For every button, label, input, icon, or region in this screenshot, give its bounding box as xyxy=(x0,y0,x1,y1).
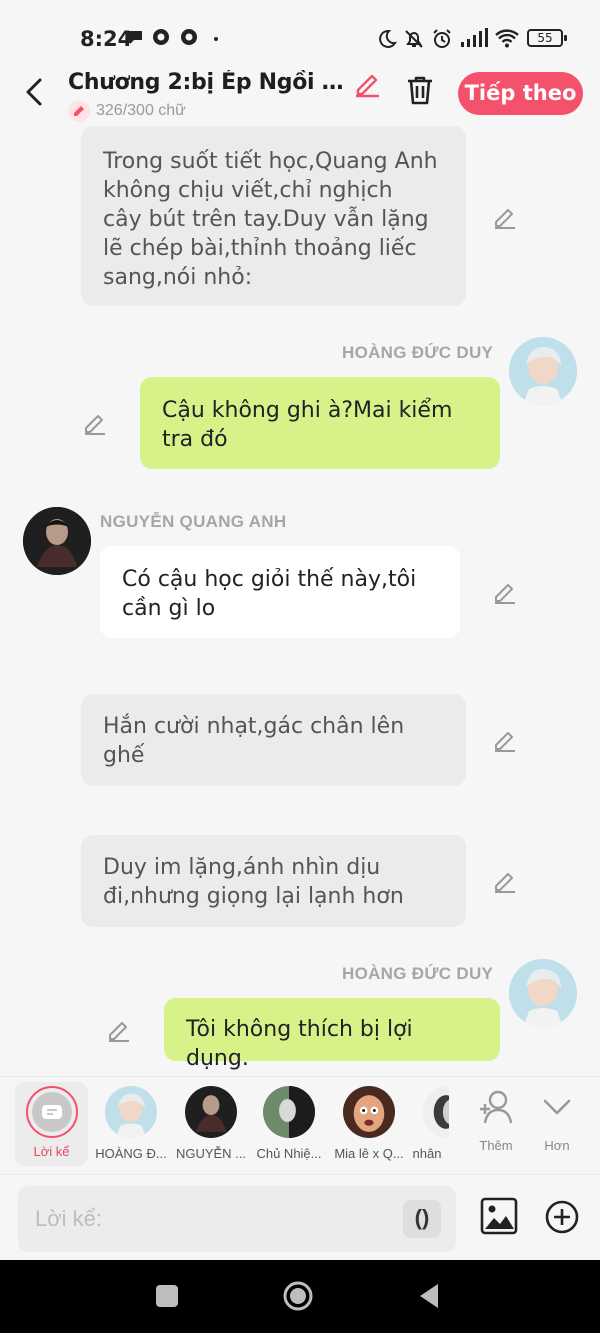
editor-header: Chương 2:bị Ép Ngồi Ch... 326/300 chữ Ti… xyxy=(0,62,600,126)
word-count-text: 326/300 chữ xyxy=(96,102,186,119)
word-count-pencil-icon xyxy=(68,100,90,122)
character-name: NGUYỄN ... xyxy=(175,1146,247,1161)
narration-bubble[interactable]: Hắn cười nhạt,gác chân lên ghế xyxy=(81,694,466,786)
status-time: 8:24 xyxy=(80,27,133,51)
system-navigation-bar xyxy=(0,1260,600,1333)
chat-notification-icon xyxy=(128,31,142,44)
message-line: tra đó xyxy=(162,427,228,452)
message-line: cần gì lo xyxy=(122,596,216,621)
edit-title-pencil-icon[interactable] xyxy=(352,68,382,98)
message-line: Có cậu học giỏi thế này,tôi xyxy=(122,567,417,592)
home-icon[interactable] xyxy=(282,1280,314,1312)
narration-input[interactable]: Lời kể: () xyxy=(18,1186,456,1252)
message-line: Cậu không ghi à?Mai kiểm xyxy=(162,398,453,423)
character-avatar xyxy=(185,1086,237,1138)
character-duy[interactable]: HOÀNG Đ... xyxy=(92,1077,170,1175)
battery-indicator: 55 xyxy=(527,29,567,47)
character-quang-anh[interactable]: NGUYỄN ... xyxy=(172,1077,250,1175)
character-avatar xyxy=(423,1086,449,1138)
narration-bubble[interactable]: Trong suốt tiết học,Quang Anh không chịu… xyxy=(81,126,466,306)
message-line: Tôi không thích bị lợi dụng. xyxy=(186,1017,413,1071)
my-message-bubble[interactable]: Tôi không thích bị lợi dụng. xyxy=(164,998,500,1071)
narration-bubble[interactable]: Duy im lặng,ánh nhìn dịu đi,nhưng giọng … xyxy=(81,835,466,927)
duy-avatar[interactable] xyxy=(509,337,577,405)
character-name: nhân xyxy=(412,1146,442,1161)
insert-image-icon[interactable] xyxy=(480,1197,518,1235)
add-character-button[interactable]: Thêm xyxy=(466,1087,526,1153)
character-mia[interactable]: Mia lê x Q... xyxy=(330,1077,408,1175)
message-line: Hắn cười nhạt,gác chân lên xyxy=(103,714,405,739)
composer: Lời kể: () xyxy=(0,1174,600,1260)
narrator-icon xyxy=(25,1086,78,1138)
character-name: Mia lê x Q... xyxy=(334,1146,404,1161)
chrome-notification-icon-2 xyxy=(181,29,197,45)
message-line: không chịu viết,chỉ nghịch xyxy=(103,178,393,203)
more-characters-label: Hơn xyxy=(544,1138,570,1153)
quang-anh-avatar[interactable] xyxy=(23,507,91,575)
chrome-notification-icon xyxy=(153,29,169,45)
message-line: đi,nhưng giọng lại lạnh hơn xyxy=(103,884,404,909)
more-notifications-dot-icon xyxy=(214,37,218,41)
add-person-icon xyxy=(480,1090,513,1124)
speaker-name: HOÀNG ĐỨC DUY xyxy=(342,343,494,362)
signal-strength-icon xyxy=(461,28,488,47)
word-count: 326/300 chữ xyxy=(68,100,186,122)
character-avatar xyxy=(105,1086,157,1138)
character-chu-nhiem[interactable]: Chủ Nhiệ... xyxy=(250,1077,328,1175)
message-line: ghế xyxy=(103,743,145,768)
character-nhan[interactable]: nhân xyxy=(405,1077,449,1175)
next-button[interactable]: Tiếp theo xyxy=(458,72,583,115)
their-message-bubble[interactable]: Có cậu học giỏi thế này,tôi cần gì lo xyxy=(100,546,460,638)
message-line: sang,nói nhỏ: xyxy=(103,265,253,290)
wifi-icon xyxy=(495,29,519,48)
character-avatar xyxy=(263,1086,315,1138)
narrator-selector[interactable]: Lời kể xyxy=(15,1082,88,1166)
more-characters-button[interactable]: Hơn xyxy=(527,1087,587,1153)
chat-area[interactable]: Trong suốt tiết học,Quang Anh không chịu… xyxy=(0,126,600,1076)
input-placeholder: Lời kể: xyxy=(35,1206,103,1231)
my-message-bubble[interactable]: Cậu không ghi à?Mai kiểm tra đó xyxy=(140,377,500,469)
duy-avatar[interactable] xyxy=(509,959,577,1027)
character-name: HOÀNG Đ... xyxy=(95,1146,167,1161)
character-selector: Lời kể HOÀNG Đ... NGUYỄN ... Chủ Nhiệ...… xyxy=(0,1076,600,1174)
character-avatar xyxy=(343,1086,395,1138)
edit-message-icon[interactable] xyxy=(492,204,518,230)
do-not-disturb-moon-icon xyxy=(379,29,397,48)
back-arrow-icon[interactable] xyxy=(20,76,48,108)
add-more-plus-icon[interactable] xyxy=(544,1199,580,1235)
message-line: lẽ chép bài,thỉnh thoảng liếc xyxy=(103,236,417,261)
edit-message-icon[interactable] xyxy=(492,579,518,605)
alarm-clock-icon xyxy=(433,29,451,48)
message-line: cây bút trên tay.Duy vẫn lặng xyxy=(103,207,429,232)
back-nav-icon[interactable] xyxy=(416,1282,442,1310)
narrator-label: Lời kể xyxy=(33,1144,70,1159)
recent-apps-icon[interactable] xyxy=(155,1284,179,1308)
add-character-label: Thêm xyxy=(479,1138,513,1153)
chapter-title[interactable]: Chương 2:bị Ép Ngồi Ch... xyxy=(68,70,346,95)
parenthesis-button[interactable]: () xyxy=(403,1200,441,1238)
edit-message-icon[interactable] xyxy=(492,868,518,894)
speaker-name: HOÀNG ĐỨC DUY xyxy=(342,964,494,983)
chevron-down-icon xyxy=(543,1099,571,1115)
delete-trash-icon[interactable] xyxy=(405,74,435,106)
speaker-name: NGUYỄN QUANG ANH xyxy=(100,512,287,531)
edit-message-icon[interactable] xyxy=(106,1017,132,1043)
edit-message-icon[interactable] xyxy=(492,727,518,753)
status-bar: 8:24 55 xyxy=(0,0,600,62)
edit-message-icon[interactable] xyxy=(82,410,108,436)
character-name: Chủ Nhiệ... xyxy=(256,1146,322,1161)
message-line: Duy im lặng,ánh nhìn dịu xyxy=(103,855,381,880)
muted-bell-icon xyxy=(405,30,423,48)
message-line: Trong suốt tiết học,Quang Anh xyxy=(103,149,438,174)
